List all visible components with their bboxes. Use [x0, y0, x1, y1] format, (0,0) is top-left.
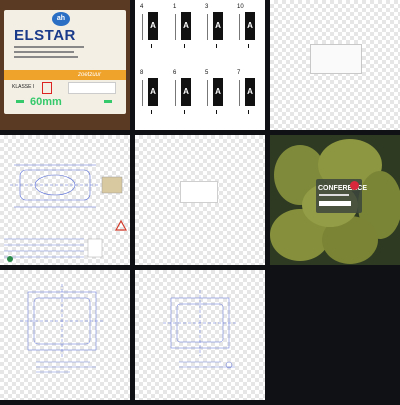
faint-rectangle [310, 44, 362, 74]
label-slot: 7 A [237, 70, 257, 116]
info-box [68, 82, 116, 94]
product-label: CONFERENCE [316, 179, 367, 213]
label-slot: 8 A [140, 70, 160, 116]
small-print-line [14, 51, 74, 53]
label-slot: 3 A [205, 4, 225, 50]
drawing-svg [20, 284, 104, 373]
label-slot: 1 A [173, 4, 193, 50]
thumbnail-transparent-box[interactable] [135, 135, 265, 265]
small-print-line [14, 56, 78, 58]
small-print-line [14, 46, 84, 48]
image-grid: ah ELSTAR zoetzuur KLASSE I 60mm 4 A 1 A… [0, 0, 400, 405]
variety-band: zoetzuur [4, 70, 126, 80]
thumbnail-elstar-label[interactable]: ah ELSTAR zoetzuur KLASSE I 60mm [0, 0, 130, 130]
ah-logo: ah [52, 12, 70, 26]
drawing-svg [4, 164, 128, 262]
subtitle-line [319, 194, 349, 196]
thumbnail-transparent-rect[interactable] [270, 0, 400, 130]
thumbnail-label-sheet[interactable]: 4 A 1 A 3 A 10 A 8 A 6 A 5 A 7 A [135, 0, 265, 130]
product-title: CONFERENCE [318, 185, 368, 192]
arrow-right-icon [104, 100, 112, 103]
arrow-left-icon [16, 100, 24, 103]
up-down-arrow-icon [42, 82, 52, 94]
label-slot: 10 A [237, 4, 257, 50]
brand-text: ELSTAR [14, 27, 76, 44]
white-box [180, 181, 218, 203]
drawing-svg [163, 290, 237, 369]
empty-slot [270, 270, 400, 405]
thumbnail-drawing-a[interactable] [0, 270, 130, 400]
label-slot: 5 A [205, 70, 225, 116]
label-slot: 4 A [140, 4, 160, 50]
thumbnail-pears-pack[interactable]: CONFERENCE [270, 135, 400, 265]
measure-text: 60mm [30, 96, 62, 108]
ah-badge-icon [350, 181, 359, 190]
label-slot: 6 A [173, 70, 193, 116]
label-strip [319, 201, 351, 206]
thumbnail-drawing-b[interactable] [135, 270, 265, 400]
label-card [4, 10, 126, 114]
thumbnail-technical-drawing[interactable] [0, 135, 130, 265]
class-text: KLASSE I [12, 84, 35, 90]
